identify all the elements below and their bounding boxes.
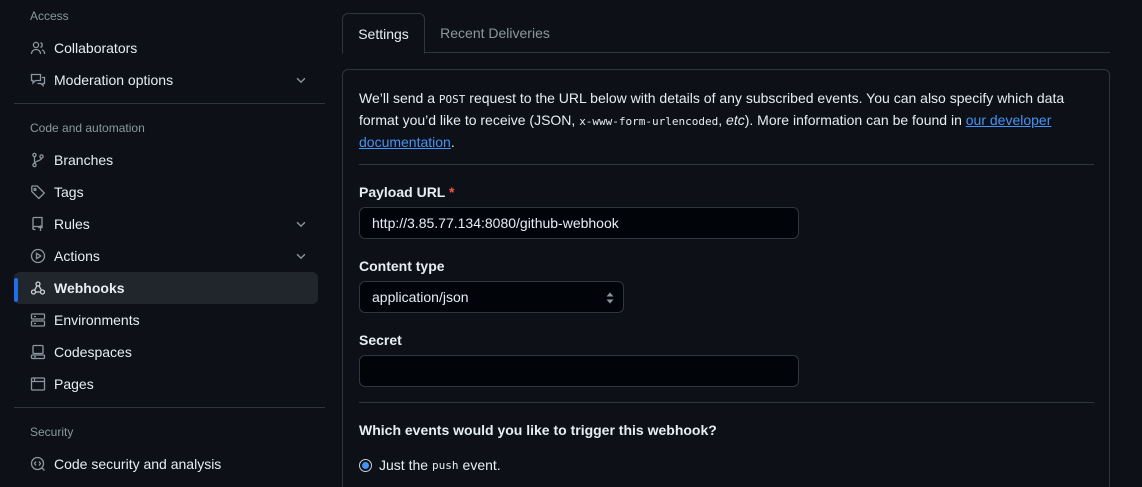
play-icon — [30, 248, 46, 264]
radio-label: Just the — [379, 457, 429, 473]
chevron-down-icon[interactable] — [294, 73, 308, 87]
sidebar-item-webhooks[interactable]: Webhooks — [14, 272, 318, 304]
urlencoded-code: x-www-form-urlencoded — [579, 115, 719, 128]
sidebar-item-pages[interactable]: Pages — [14, 368, 318, 400]
sidebar-item-label: Rules — [54, 216, 90, 232]
sidebar-item-label: Webhooks — [54, 280, 125, 296]
webhook-settings-panel: We’ll send a POST request to the URL bel… — [342, 69, 1110, 487]
chevron-down-icon[interactable] — [294, 249, 308, 263]
chevron-down-icon[interactable] — [294, 217, 308, 231]
tag-icon — [30, 184, 46, 200]
select-arrows-icon — [606, 292, 614, 304]
people-icon — [30, 40, 46, 56]
section-title-security: Security — [30, 425, 74, 439]
sidebar-item-environments[interactable]: Environments — [14, 304, 318, 336]
sidebar-item-rules[interactable]: Rules — [14, 208, 318, 240]
intro-text-part: . — [450, 134, 455, 150]
intro-text-part: ). More information can be found in — [744, 112, 966, 128]
sidebar-item-label: Environments — [54, 312, 140, 328]
sidebar-item-code-security[interactable]: Code security and analysis — [14, 448, 318, 480]
repo-push-icon — [30, 216, 46, 232]
payload-url-label-text: Payload URL — [359, 184, 446, 200]
push-code: push — [432, 458, 459, 472]
codescan-icon — [30, 456, 46, 472]
sidebar-item-label: Tags — [54, 184, 84, 200]
events-question: Which events would you like to trigger t… — [359, 422, 717, 438]
payload-url-label: Payload URL * — [359, 184, 454, 200]
sidebar-item-branches[interactable]: Branches — [14, 144, 318, 176]
intro-text-part: , — [718, 112, 727, 128]
sidebar-item-label: Collaborators — [54, 40, 138, 56]
sidebar-item-label: Codespaces — [54, 344, 132, 360]
sidebar-item-label: Pages — [54, 376, 94, 392]
comment-discussion-icon — [30, 72, 46, 88]
sidebar-item-actions[interactable]: Actions — [14, 240, 318, 272]
sidebar-item-label: Actions — [54, 248, 100, 264]
sidebar-item-label: Moderation options — [54, 72, 174, 88]
sidebar-item-label: Code security and analysis — [54, 456, 222, 472]
intro-text-part: We’ll send a — [359, 90, 439, 106]
sidebar-item-label: Branches — [54, 152, 114, 168]
radio-dot — [362, 461, 369, 469]
post-code: POST — [438, 93, 466, 106]
radio-just-push[interactable]: Just the push event. — [359, 457, 501, 473]
sidebar-item-collaborators[interactable]: Collaborators — [14, 32, 318, 64]
etc-text: etc — [726, 112, 745, 128]
webhook-icon — [30, 280, 46, 296]
secret-label: Secret — [359, 332, 402, 348]
content-type-select[interactable]: application/json — [359, 281, 624, 313]
codespaces-icon — [30, 344, 46, 360]
tab-settings[interactable]: Settings — [342, 13, 425, 54]
sidebar-item-moderation-options[interactable]: Moderation options — [14, 64, 318, 96]
sidebar-item-codespaces[interactable]: Codespaces — [14, 336, 318, 368]
sidebar-divider — [14, 103, 325, 104]
payload-url-value: http://3.85.77.134:8080/github-webhook — [372, 215, 619, 231]
active-indicator — [14, 278, 18, 302]
browser-icon — [30, 376, 46, 392]
panel-divider — [359, 402, 1094, 403]
content-type-label: Content type — [359, 258, 445, 274]
webhook-tabs: Settings Recent Deliveries — [342, 13, 1110, 54]
radio-button-selected[interactable] — [359, 458, 372, 472]
payload-url-input[interactable]: http://3.85.77.134:8080/github-webhook — [359, 207, 799, 239]
secret-input[interactable] — [359, 355, 799, 387]
required-mark: * — [449, 184, 455, 200]
settings-sidebar: Access Collaborators Moderation options … — [14, 0, 325, 487]
section-title-access: Access — [30, 9, 69, 23]
sidebar-divider — [14, 407, 325, 408]
content-type-value: application/json — [372, 289, 469, 305]
server-icon — [30, 312, 46, 328]
tab-recent-deliveries[interactable]: Recent Deliveries — [430, 13, 560, 53]
panel-divider — [359, 164, 1094, 165]
git-branch-icon — [30, 152, 46, 168]
radio-label: event. — [462, 457, 501, 473]
section-title-code-automation: Code and automation — [30, 121, 145, 135]
intro-text: We’ll send a POST request to the URL bel… — [359, 88, 1079, 153]
sidebar-item-tags[interactable]: Tags — [14, 176, 318, 208]
